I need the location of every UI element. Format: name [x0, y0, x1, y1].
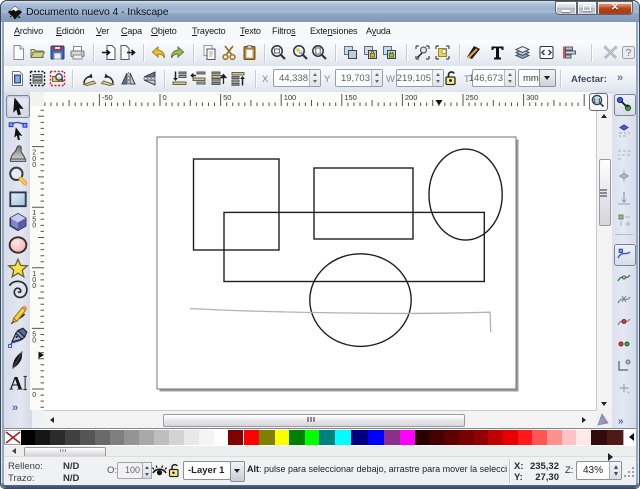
svg-text:0: 0 — [163, 93, 167, 102]
svg-text:0: 0 — [32, 283, 36, 290]
svg-text:?: ? — [626, 48, 632, 59]
svg-text:1:1: 1:1 — [593, 98, 601, 104]
svg-text:150: 150 — [344, 93, 357, 102]
svg-text:A: A — [9, 374, 23, 394]
svg-text:0: 0 — [32, 162, 36, 169]
svg-text:0: 0 — [32, 223, 36, 230]
svg-text:250: 250 — [466, 93, 479, 102]
svg-text:50: 50 — [223, 93, 231, 102]
svg-text:300: 300 — [526, 93, 539, 102]
svg-text:200: 200 — [405, 93, 418, 102]
svg-text:-50: -50 — [102, 93, 113, 102]
svg-text:100: 100 — [284, 93, 297, 102]
svg-text:0: 0 — [32, 392, 36, 399]
svg-text:0: 0 — [32, 338, 36, 345]
